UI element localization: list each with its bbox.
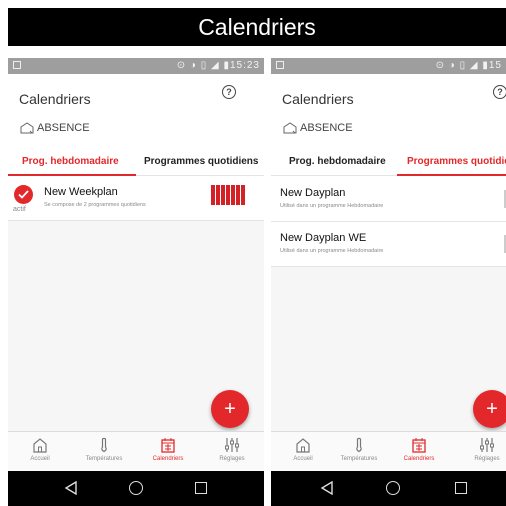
absence-button[interactable]: ABSENCE xyxy=(20,122,90,134)
nav-temperatures[interactable]: Températures xyxy=(72,432,136,472)
nav-label: Calendriers xyxy=(152,456,184,462)
notification-icon xyxy=(13,61,21,69)
nav-label: Réglages xyxy=(219,456,245,462)
absence-label: ABSENCE xyxy=(37,122,90,134)
tab-bar: Prog. hebdomadaire Programmes quotidiens xyxy=(8,150,264,176)
nav-settings[interactable]: Réglages xyxy=(455,432,506,472)
nav-label: Températures xyxy=(85,456,123,462)
add-button[interactable]: + xyxy=(473,390,506,428)
calendar-icon xyxy=(161,438,175,453)
weekplan-subtitle: Se compose de 2 programmes quotidiens xyxy=(44,202,146,208)
home-icon xyxy=(33,438,47,453)
status-time: 15 xyxy=(488,60,502,71)
active-check-icon xyxy=(14,185,33,204)
day-bar xyxy=(211,185,215,205)
thermometer-icon xyxy=(356,437,362,453)
list-item-dayplan[interactable]: New Dayplan WE Utilisé dans un programme… xyxy=(271,222,506,267)
page-banner: Calendriers xyxy=(8,8,506,46)
dayplan-subtitle: Utilisé dans un programme Hebdomadaire xyxy=(280,203,384,209)
active-tab-indicator xyxy=(397,174,506,176)
status-label: actif xyxy=(13,206,26,213)
bottom-nav: Accueil Températures Calendriers Réglage… xyxy=(271,431,506,471)
tab-daily-programs[interactable]: Programmes quotidiens xyxy=(144,156,258,167)
nav-label: Calendriers xyxy=(403,456,435,462)
home-nav-icon[interactable] xyxy=(129,481,143,495)
day-bar xyxy=(221,185,225,205)
absence-button[interactable]: ABSENCE xyxy=(283,122,353,134)
nav-label: Réglages xyxy=(474,456,500,462)
weekplan-title: New Weekplan xyxy=(44,186,118,198)
nav-temperatures[interactable]: Températures xyxy=(327,432,391,472)
recents-icon[interactable] xyxy=(195,482,207,494)
absence-label: ABSENCE xyxy=(300,122,353,134)
phone-screen-daily: ⊙ ◑ ▯ ◢ ▮15 Calendriers ? ABSENCE Prog. … xyxy=(271,58,506,506)
nav-home[interactable]: Accueil xyxy=(271,432,335,472)
status-bar: ⊙ ◑ ▯ ◢ ▮15 xyxy=(271,58,506,74)
system-nav-bar xyxy=(271,471,506,506)
tab-weekly-programs[interactable]: Prog. hebdomadaire xyxy=(289,156,386,167)
notification-icon xyxy=(276,61,284,69)
system-nav-bar xyxy=(8,471,264,506)
day-bar xyxy=(226,185,230,205)
active-tab-indicator xyxy=(8,174,136,176)
status-icons: ⊙ ◑ ▯ ◢ ▮15 xyxy=(435,60,502,71)
nav-calendars[interactable]: Calendriers xyxy=(387,432,451,472)
sliders-icon xyxy=(225,438,239,452)
status-bar: ⊙ ◑ ▯ ◢ ▮15:23 xyxy=(8,58,264,74)
house-icon xyxy=(20,122,34,134)
tab-weekly-programs[interactable]: Prog. hebdomadaire xyxy=(22,156,119,167)
app-title: Calendriers xyxy=(19,91,91,107)
back-icon[interactable] xyxy=(320,481,334,495)
calendar-icon xyxy=(412,438,426,453)
nav-label: Accueil xyxy=(293,456,313,462)
dayplan-subtitle: Utilisé dans un programme Hebdomadaire xyxy=(280,248,384,254)
banner-title: Calendriers xyxy=(198,13,316,40)
list-item-weekplan[interactable]: actif New Weekplan Se compose de 2 progr… xyxy=(8,177,264,221)
tab-bar: Prog. hebdomadaire Programmes quotidiens xyxy=(271,150,506,176)
app-title: Calendriers xyxy=(282,91,354,107)
home-nav-icon[interactable] xyxy=(386,481,400,495)
nav-home[interactable]: Accueil xyxy=(8,432,72,472)
day-bar xyxy=(231,185,235,205)
home-icon xyxy=(296,438,310,453)
add-button[interactable]: + xyxy=(211,390,249,428)
back-icon[interactable] xyxy=(64,481,78,495)
day-bar xyxy=(216,185,220,205)
house-icon xyxy=(283,122,297,134)
bottom-nav: Accueil Températures Calendriers Réglage… xyxy=(8,431,264,471)
week-days-graphic xyxy=(211,185,245,205)
sliders-icon xyxy=(480,438,494,452)
nav-label: Températures xyxy=(340,456,378,462)
thermometer-icon xyxy=(101,437,107,453)
recents-icon[interactable] xyxy=(455,482,467,494)
phone-screen-weekly: ⊙ ◑ ▯ ◢ ▮15:23 Calendriers ? ABSENCE Pro… xyxy=(8,58,264,506)
tab-daily-programs[interactable]: Programmes quotidiens xyxy=(407,156,506,167)
dayplan-title: New Dayplan WE xyxy=(280,232,367,244)
nav-label: Accueil xyxy=(30,456,50,462)
day-bar xyxy=(241,185,245,205)
help-icon[interactable]: ? xyxy=(222,85,236,99)
nav-settings[interactable]: Réglages xyxy=(200,432,264,472)
dayplan-title: New Dayplan xyxy=(280,187,346,199)
nav-calendars[interactable]: Calendriers xyxy=(136,432,200,472)
list-item-dayplan[interactable]: New Dayplan Utilisé dans un programme He… xyxy=(271,177,506,222)
help-icon[interactable]: ? xyxy=(493,85,506,99)
status-icons: ⊙ ◑ ▯ ◢ ▮15:23 xyxy=(176,60,260,71)
status-time: 15:23 xyxy=(229,60,260,71)
day-bar xyxy=(236,185,240,205)
